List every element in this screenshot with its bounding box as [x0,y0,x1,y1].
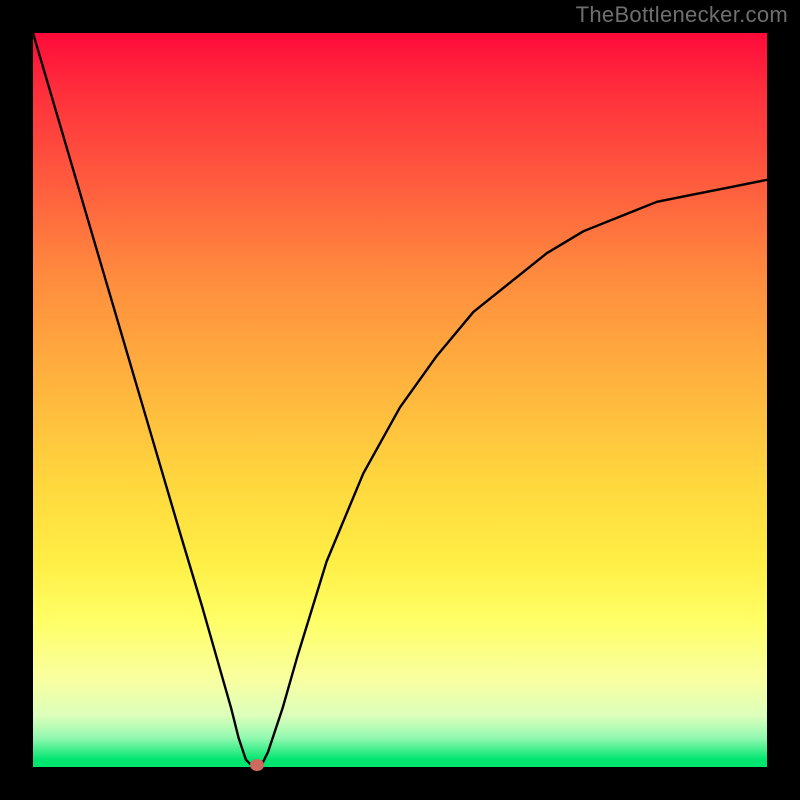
attribution-text: TheBottlenecker.com [576,2,788,28]
bottleneck-marker-dot [250,759,264,771]
chart-curve [33,33,767,767]
chart-wrapper: TheBottlenecker.com [0,0,800,800]
